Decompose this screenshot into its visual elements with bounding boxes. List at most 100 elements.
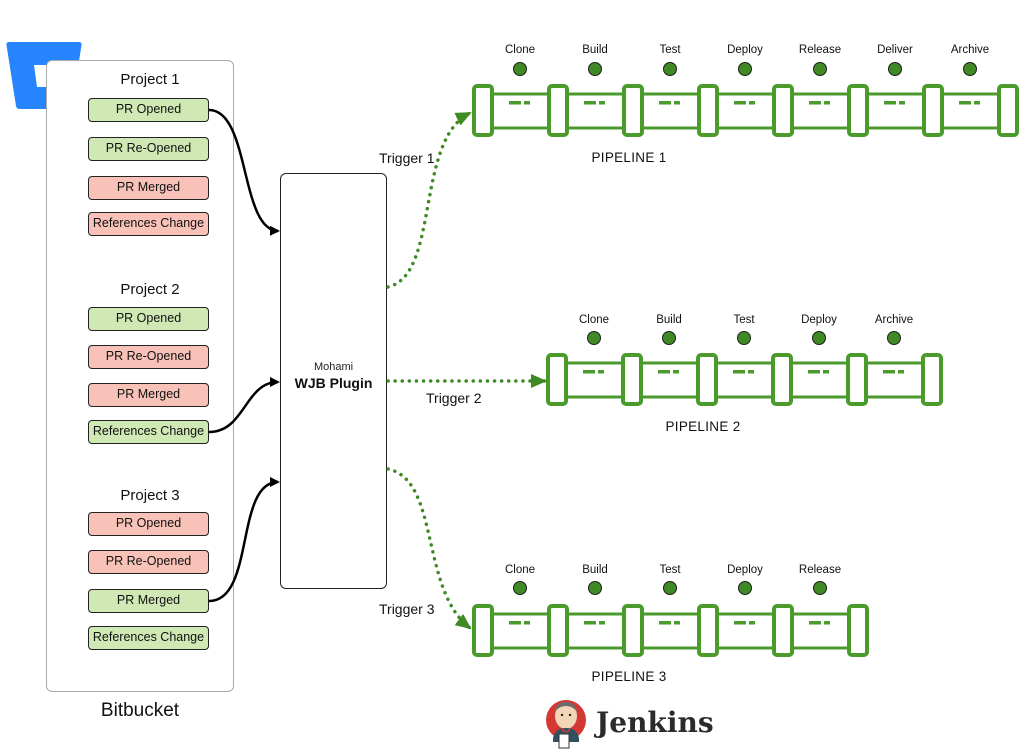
segment-highlight [673, 370, 679, 374]
segment-highlight [583, 370, 595, 374]
pipeline-1-joint [997, 84, 1019, 137]
pipeline-2-stage-status-build[interactable] [662, 331, 676, 345]
pipeline-1-stage-status-deliver[interactable] [888, 62, 902, 76]
pipeline-2-stage-status-test[interactable] [737, 331, 751, 345]
pipeline-1-joint [922, 84, 944, 137]
pipeline-1-joint [697, 84, 719, 137]
pipeline-2-stage-status-archive[interactable] [887, 331, 901, 345]
pipeline-1-stage-label-build: Build [582, 44, 608, 56]
pipeline-1-segment [865, 92, 926, 130]
pipeline-2-stage-status-deploy[interactable] [812, 331, 826, 345]
pipeline-1-segment [715, 92, 776, 130]
pipeline-1-joint [622, 84, 644, 137]
segment-highlight [749, 101, 755, 105]
segment-highlight [824, 621, 830, 625]
pipeline-2-joint [696, 353, 718, 406]
pipeline-2-joint [621, 353, 643, 406]
pipeline-3-joint [472, 604, 494, 657]
pipeline-1-segment [640, 92, 701, 130]
pipeline-2-stage-label-test: Test [733, 314, 755, 326]
pipeline-3-segment [490, 612, 551, 650]
segment-highlight [823, 370, 829, 374]
pipeline-2-stage-label-deploy: Deploy [801, 314, 837, 326]
pipeline-2-joint [546, 353, 568, 406]
pipeline-3-stage-status-deploy[interactable] [738, 581, 752, 595]
pipeline-2-stage-status-clone[interactable] [587, 331, 601, 345]
segment-highlight [974, 101, 980, 105]
pipeline-3-stage-status-clone[interactable] [513, 581, 527, 595]
pipeline-1-stage-status-build[interactable] [588, 62, 602, 76]
pipeline-2-segment [564, 361, 625, 399]
pipeline-3-segment [565, 612, 626, 650]
pipelines-svg [472, 84, 1019, 657]
pipeline-2-joint [921, 353, 943, 406]
pipeline-2-stage-label-clone: Clone [578, 314, 610, 326]
pipeline-2-segment [639, 361, 700, 399]
segment-highlight [659, 101, 671, 105]
segment-highlight [734, 621, 746, 625]
pipeline-2-segment [789, 361, 850, 399]
segment-highlight [584, 621, 596, 625]
pipeline-3-segment [640, 612, 701, 650]
segment-highlight [509, 101, 521, 105]
pipeline-2-joint [771, 353, 793, 406]
pipeline-3-stage-label-release: Release [798, 564, 842, 576]
segment-highlight [674, 101, 680, 105]
segment-highlight [658, 370, 670, 374]
pipeline-3-joint [622, 604, 644, 657]
segment-highlight [524, 621, 530, 625]
segment-highlight [898, 370, 904, 374]
pipeline-1-stage-label-deploy: Deploy [727, 44, 763, 56]
pipeline-1-stage-status-release[interactable] [813, 62, 827, 76]
pipeline-3-segment [715, 612, 776, 650]
pipeline-1-stage-label-clone: Clone [504, 44, 536, 56]
pipeline-3-stage-label-build: Build [582, 564, 608, 576]
segment-highlight [808, 370, 820, 374]
pipeline-3-stage-label-test: Test [659, 564, 681, 576]
segment-highlight [883, 370, 895, 374]
pipeline-1-stage-label-test: Test [659, 44, 681, 56]
pipeline-2-stage-label-archive: Archive [874, 314, 914, 326]
segment-highlight [599, 101, 605, 105]
pipeline-3-joint [697, 604, 719, 657]
pipeline-3-stage-label-deploy: Deploy [727, 564, 763, 576]
segment-highlight [599, 621, 605, 625]
segment-highlight [598, 370, 604, 374]
pipeline-1-stage-status-archive[interactable] [963, 62, 977, 76]
pipeline-1 [472, 84, 1019, 137]
pipeline-1-stage-label-release: Release [798, 44, 842, 56]
segment-highlight [659, 621, 671, 625]
pipeline-1-segment [490, 92, 551, 130]
pipeline-1-stage-status-clone[interactable] [513, 62, 527, 76]
segment-highlight [959, 101, 971, 105]
pipeline-3-stage-status-release[interactable] [813, 581, 827, 595]
pipeline-1-stage-status-test[interactable] [663, 62, 677, 76]
pipeline-1-segment [940, 92, 1001, 130]
pipeline-1-segment [790, 92, 851, 130]
pipeline-1-stage-status-deploy[interactable] [738, 62, 752, 76]
segment-highlight [809, 621, 821, 625]
segment-highlight [734, 101, 746, 105]
segment-highlight [748, 370, 754, 374]
pipeline-3-stage-status-test[interactable] [663, 581, 677, 595]
pipeline-1-joint [547, 84, 569, 137]
pipeline-2-segment [714, 361, 775, 399]
pipeline-1-joint [472, 84, 494, 137]
segment-highlight [584, 101, 596, 105]
segment-highlight [509, 621, 521, 625]
segment-highlight [884, 101, 896, 105]
pipeline-3-label: PIPELINE 3 [591, 669, 667, 684]
segment-highlight [674, 621, 680, 625]
pipeline-3-stage-status-build[interactable] [588, 581, 602, 595]
pipeline-1-segment [565, 92, 626, 130]
pipeline-1-joint [847, 84, 869, 137]
pipeline-2-joint [846, 353, 868, 406]
segment-highlight [824, 101, 830, 105]
pipeline-2-stage-label-build: Build [656, 314, 682, 326]
pipeline-1-stage-label-deliver: Deliver [877, 44, 913, 56]
pipeline-2-segment [864, 361, 925, 399]
pipeline-1-label: PIPELINE 1 [591, 150, 667, 165]
pipeline-2-label: PIPELINE 2 [665, 419, 741, 434]
segment-highlight [899, 101, 905, 105]
segment-highlight [809, 101, 821, 105]
